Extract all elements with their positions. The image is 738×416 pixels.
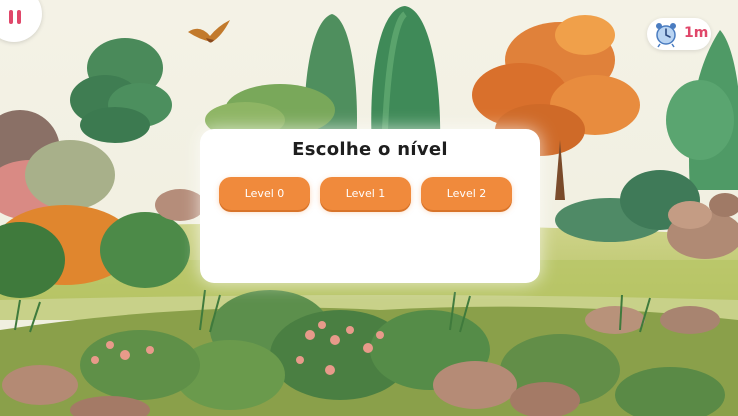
bird-icon [188,20,230,43]
alarm-clock-icon [656,23,676,48]
pause-icon [9,10,13,24]
level-0-button[interactable]: Level 0 [219,177,310,210]
level-2-button[interactable]: Level 2 [421,177,512,210]
level-1-button[interactable]: Level 1 [320,177,411,210]
timer-badge: 1m [647,18,711,50]
level-select-dialog: Escolhe o nível Level 0 Level 1 Level 2 [200,129,540,283]
timer-value: 1m [684,25,709,41]
dialog-title: Escolhe o nível [292,139,448,160]
